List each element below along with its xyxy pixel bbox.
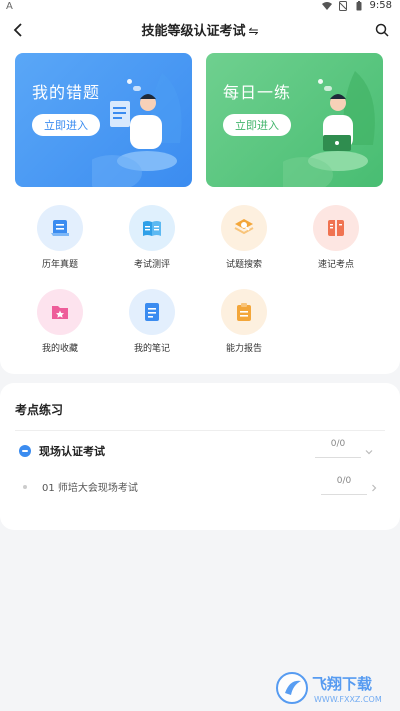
grid-item-label: 我的笔记 (133, 344, 170, 354)
enter-button[interactable]: 立即进入 (32, 114, 100, 136)
card-title: 我的错题 (32, 83, 101, 102)
grid-item-label: 速记考点 (317, 260, 354, 270)
clipboard-icon (221, 289, 267, 335)
practice-item-row[interactable]: 01 师培大会现场考试 0/0 (15, 474, 385, 500)
grid-item-label: 能力报告 (225, 344, 262, 354)
grid-item-label: 试题搜索 (225, 260, 262, 270)
grid-item-my-notes[interactable]: 我的笔记 (117, 289, 187, 354)
search-layers-icon (221, 205, 267, 251)
status-time: 9:58 (369, 0, 392, 11)
note-icon (129, 289, 175, 335)
grid-item-quick-notes[interactable]: 速记考点 (301, 205, 371, 270)
person-laptop-illustration (283, 71, 375, 187)
status-bar: A 9:58 (0, 0, 400, 14)
scroll-icon (37, 205, 83, 251)
grid-item-label: 历年真题 (41, 260, 78, 270)
star-folder-icon (37, 289, 83, 335)
enter-button[interactable]: 立即进入 (223, 114, 291, 136)
wrong-questions-card[interactable]: 我的错题 立即进入 (15, 53, 192, 187)
grid-item-exam-assessment[interactable]: 考试测评 (117, 205, 187, 270)
grid-item-past-exams[interactable]: 历年真题 (25, 205, 95, 270)
watermark-url: WWW.FXXZ.COM (314, 695, 382, 704)
section-title: 考点练习 (15, 403, 64, 417)
item-score: 0/0 (321, 475, 367, 495)
grid-item-label: 我的收藏 (41, 344, 78, 354)
grid-item-favorites[interactable]: 我的收藏 (25, 289, 95, 354)
top-panel: 我的错题 立即进入 每日一练 立即进入 历年真题 考试测评 试题搜索 速记考点 … (0, 46, 400, 374)
no-sim-icon (338, 0, 347, 11)
grid-item-label: 考试测评 (133, 260, 170, 270)
grid-item-ability-report[interactable]: 能力报告 (209, 289, 279, 354)
battery-icon (356, 0, 362, 10)
daily-practice-card[interactable]: 每日一练 立即进入 (206, 53, 383, 187)
divider (15, 430, 385, 431)
practice-panel: 考点练习 现场认证考试 0/0 01 师培大会现场考试 0/0 (0, 383, 400, 530)
practice-group-row[interactable]: 现场认证考试 0/0 (15, 439, 385, 465)
card-title: 每日一练 (223, 83, 292, 102)
collapse-icon[interactable] (19, 445, 31, 457)
watermark-text: 飞翔下载 (312, 675, 372, 693)
wifi-icon (321, 1, 332, 10)
person-reading-illustration (92, 73, 182, 187)
group-score: 0/0 (315, 438, 361, 458)
grid-item-question-search[interactable]: 试题搜索 (209, 205, 279, 270)
item-label: 01 师培大会现场考试 (42, 483, 138, 494)
app-header: 技能等级认证考试 ⇋ (0, 14, 400, 46)
chevron-down-icon (365, 450, 373, 455)
notification-icon: A (6, 1, 13, 12)
group-label: 现场认证考试 (39, 445, 105, 458)
page-title-switcher[interactable]: 技能等级认证考试 ⇋ (0, 20, 400, 39)
page-title: 技能等级认证考试 (141, 24, 246, 39)
chevron-right-icon (372, 484, 377, 492)
watermark-logo: 飞翔下载 WWW.FXXZ.COM (276, 672, 382, 704)
book-icon (129, 205, 175, 251)
notebook-icon (313, 205, 359, 251)
search-button[interactable] (370, 18, 394, 42)
switch-icon: ⇋ (248, 24, 259, 38)
search-icon (375, 23, 389, 37)
